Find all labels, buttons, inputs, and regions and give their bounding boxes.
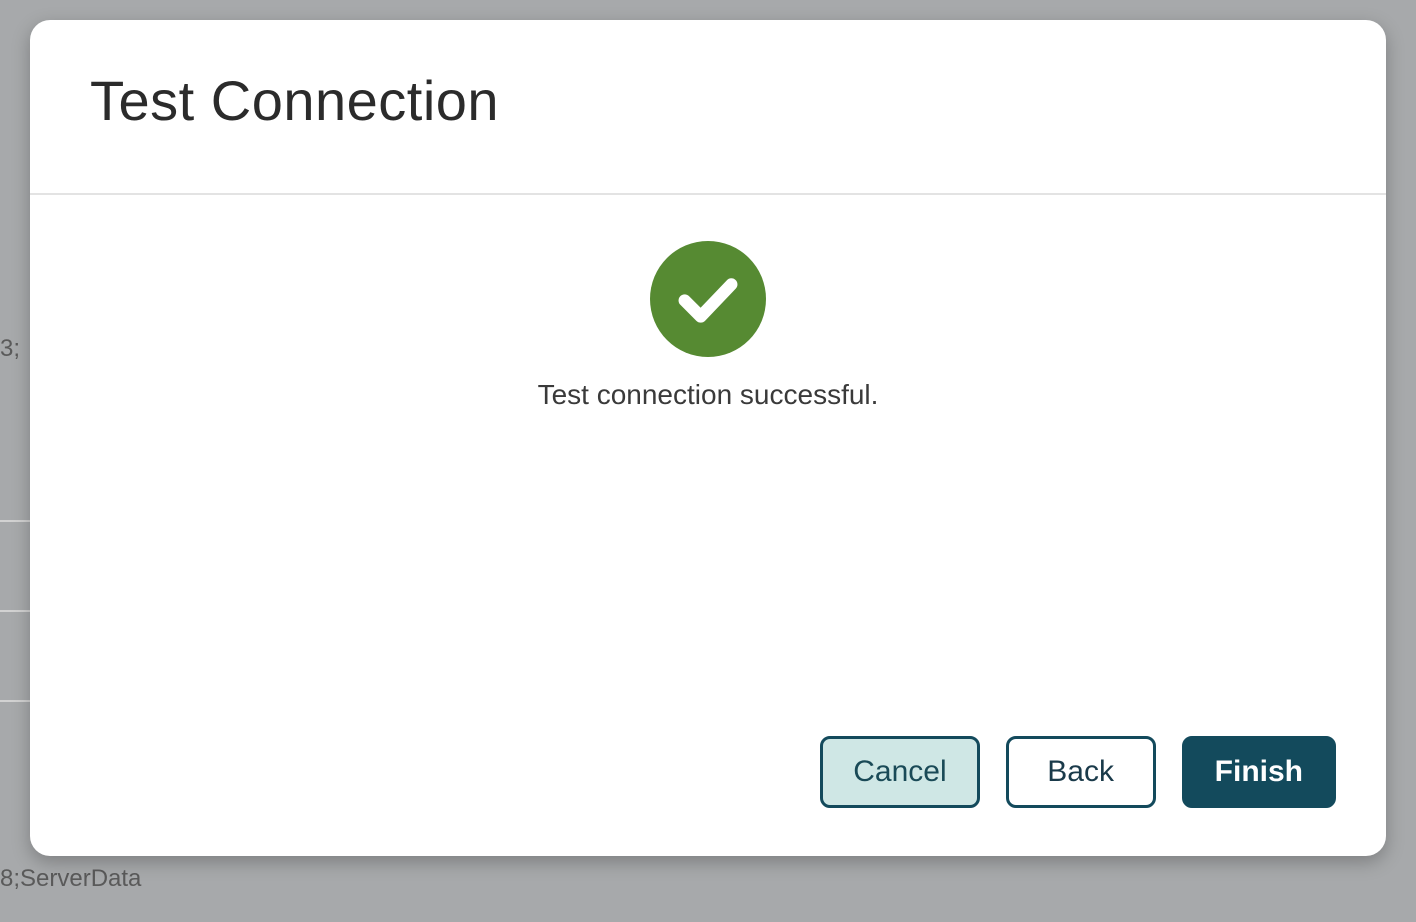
dialog-footer: Cancel Back Finish xyxy=(30,736,1386,856)
background-grid-line xyxy=(0,610,30,612)
dialog-header: Test Connection xyxy=(30,20,1386,195)
test-connection-dialog: Test Connection Test connection successf… xyxy=(30,20,1386,856)
check-icon xyxy=(673,264,743,334)
background-text-fragment: 3; xyxy=(0,335,20,363)
status-message: Test connection successful. xyxy=(538,379,879,411)
finish-button[interactable]: Finish xyxy=(1182,736,1336,808)
dialog-body: Test connection successful. xyxy=(30,195,1386,736)
background-grid-line xyxy=(0,520,30,522)
cancel-button[interactable]: Cancel xyxy=(820,736,979,808)
back-button[interactable]: Back xyxy=(1006,736,1156,808)
background-grid-line xyxy=(0,700,30,702)
success-check-icon xyxy=(650,241,766,357)
dialog-title: Test Connection xyxy=(90,68,1326,133)
background-text-fragment: 8;ServerData xyxy=(0,865,141,893)
